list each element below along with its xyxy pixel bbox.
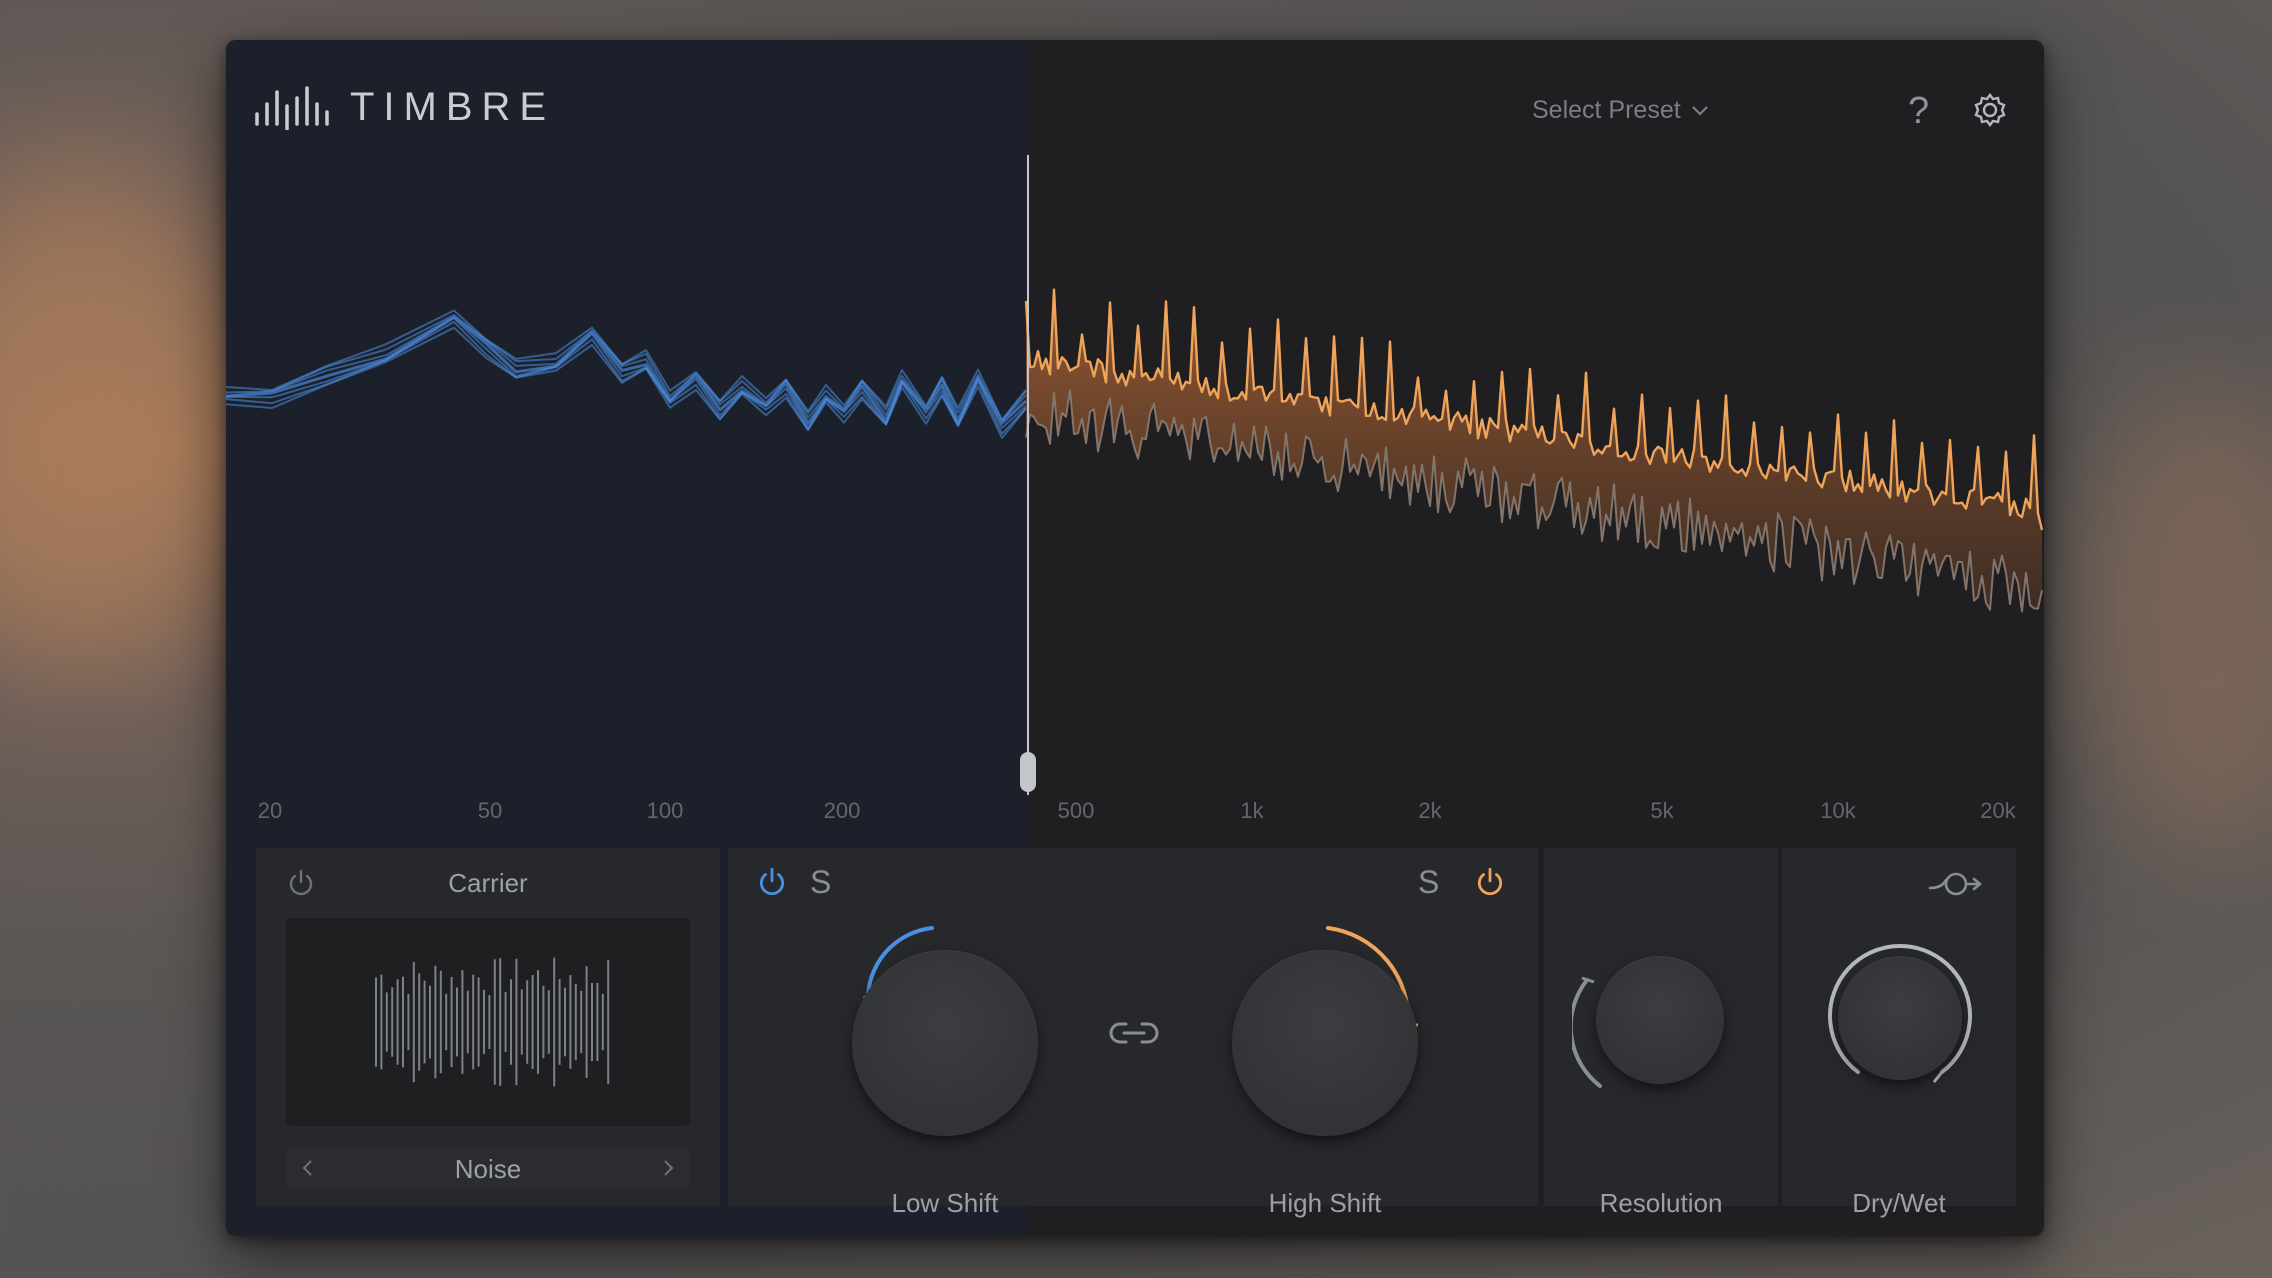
high-shift-knob[interactable] xyxy=(1232,950,1418,1136)
freq-label: 20k xyxy=(1980,798,2016,823)
low-power-icon[interactable] xyxy=(756,866,788,898)
freq-label: 1k xyxy=(1240,798,1264,823)
preset-selector[interactable]: Select Preset xyxy=(1532,96,1709,125)
drywet-panel: Dry/Wet xyxy=(1782,848,2016,1218)
freq-label: 100 xyxy=(646,798,684,823)
resolution-label: Resolution xyxy=(1599,1188,1723,1218)
resolution-panel: Resolution xyxy=(1544,848,1778,1218)
background-glow-left xyxy=(0,150,240,670)
low-shift-label: Low Shift xyxy=(891,1188,999,1218)
freq-label: 20 xyxy=(257,798,283,823)
spectrum-trace xyxy=(226,315,1028,425)
high-solo-button[interactable]: S xyxy=(1418,864,1439,901)
link-icon[interactable] xyxy=(1108,1018,1160,1048)
high-shift-label: High Shift xyxy=(1268,1188,1382,1218)
freq-label: 2k xyxy=(1418,798,1442,823)
curve-icon[interactable] xyxy=(1928,866,1984,902)
crossover-handle[interactable] xyxy=(1020,752,1036,792)
spectrum-trace xyxy=(226,317,1027,429)
carrier-source-label: Noise xyxy=(454,1154,522,1184)
drywet-knob[interactable] xyxy=(1838,956,1962,1080)
app-title: TIMBRE xyxy=(350,84,556,129)
carrier-title: Carrier xyxy=(448,868,528,898)
low-shift-knob[interactable] xyxy=(852,950,1038,1136)
spectrum-traces xyxy=(226,288,2044,613)
preset-label: Select Preset xyxy=(1532,96,1681,124)
crossover-line xyxy=(1027,155,1029,795)
freq-label: 5k xyxy=(1650,798,1674,823)
drywet-label: Dry/Wet xyxy=(1852,1188,1946,1218)
background-glow-right xyxy=(2080,380,2272,860)
chevron-right-icon[interactable] xyxy=(662,1158,676,1178)
carrier-waveform-display xyxy=(286,918,690,1126)
spectrum-trace xyxy=(226,314,1027,422)
carrier-source-selector: Noise xyxy=(286,1148,690,1188)
carrier-panel: Carrier Noise xyxy=(256,848,720,1206)
spectrum-display[interactable] xyxy=(226,150,2044,870)
freq-label: 50 xyxy=(477,798,503,823)
carrier-waveform xyxy=(375,957,610,1087)
low-solo-button[interactable]: S xyxy=(810,864,831,901)
high-power-icon[interactable] xyxy=(1474,866,1506,898)
plugin-window: TIMBRE Select Preset ? 20 50 100 200 500… xyxy=(226,40,2044,1236)
freq-label: 500 xyxy=(1057,798,1095,823)
chevron-down-icon xyxy=(1691,105,1708,116)
freq-label: 200 xyxy=(823,798,861,823)
logo-bars-icon xyxy=(255,86,329,130)
gear-icon[interactable] xyxy=(1972,92,2008,128)
resolution-knob[interactable] xyxy=(1596,956,1724,1084)
spectrum-high-band-area xyxy=(1026,289,2042,612)
question-icon[interactable]: ? xyxy=(1908,90,1929,133)
shift-panel: S S Low Shift High Shift xyxy=(728,848,1538,1218)
freq-label: 10k xyxy=(1820,798,1856,823)
logo: TIMBRE xyxy=(254,84,555,130)
